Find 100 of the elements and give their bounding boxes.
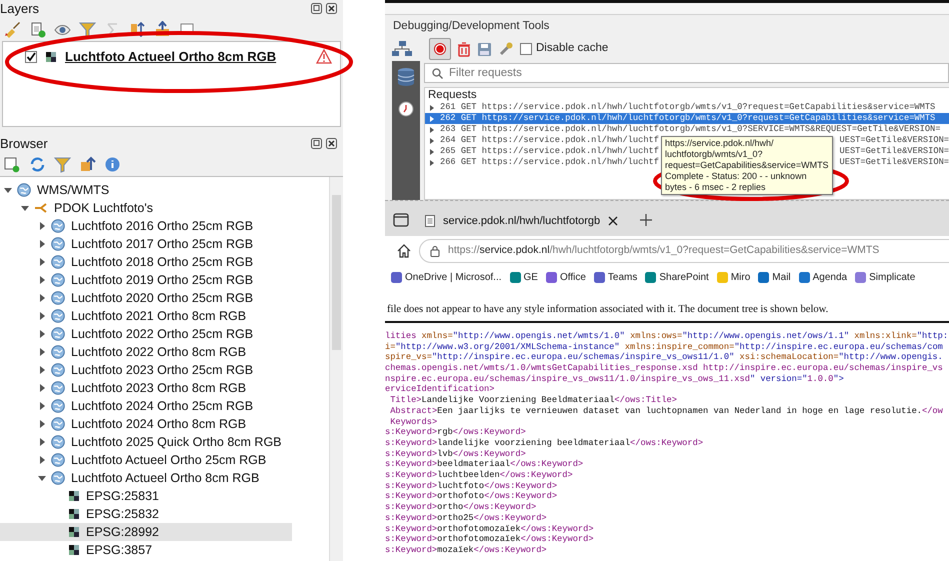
xml-line: s:Keyword>mozaïek</ows:Keyword>: [385, 544, 548, 556]
layer-name[interactable]: Luchtfoto Actueel Ortho 8cm RGB: [65, 47, 276, 66]
xml-line: i="http://www.w3.org/2001/XMLSchema-instance" xmlns:inspire_common="http://inspire.ec.europa.eu/schemas/com: [385, 342, 944, 352]
tree-item[interactable]: Luchtfoto 2021 Ortho 8cm RGB: [0, 307, 292, 325]
bookmark[interactable]: Miro: [716, 270, 750, 284]
tree-item[interactable]: Luchtfoto Actueel Ortho 8cm RGB: [0, 469, 292, 487]
raster-icon: [68, 508, 80, 520]
tree-item[interactable]: Luchtfoto Actueel Ortho 25cm RGB: [0, 451, 292, 469]
bookmark[interactable]: SharePoint: [645, 270, 709, 284]
filter-icon[interactable]: [54, 156, 71, 172]
bookmark[interactable]: Agenda: [798, 270, 848, 284]
record-button[interactable]: [429, 38, 451, 60]
scrollbar[interactable]: [329, 177, 343, 561]
tree-item[interactable]: Luchtfoto 2023 Ortho 8cm RGB: [0, 379, 292, 397]
trash-icon[interactable]: [457, 42, 471, 56]
tree-item[interactable]: Luchtfoto 2022 Ortho 8cm RGB: [0, 343, 292, 361]
layer-checkbox[interactable]: [25, 50, 37, 63]
request-row[interactable]: 264 GET https://service.pdok.nl/hwh/luchtf: [425, 135, 659, 146]
request-row[interactable]: 266 GET https://service.pdok.nl/hwh/luchtf: [425, 157, 659, 168]
network-icon[interactable]: [391, 40, 413, 58]
bookmark[interactable]: OneDrive | Microsof...: [391, 270, 502, 284]
restore-icon[interactable]: [311, 3, 322, 14]
refresh-icon[interactable]: [29, 156, 46, 172]
globe-icon: [51, 291, 65, 305]
globe-icon: [51, 417, 65, 431]
scrollbar-thumb[interactable]: [332, 195, 341, 350]
request-row[interactable]: 263 GET https://service.pdok.nl/hwh/luchtfotorgb/wmts/v1_0?SERVICE=WMTS&REQUEST=GetTile&VERSION=: [425, 124, 949, 135]
tab-actions-icon[interactable]: [393, 213, 409, 227]
request-row[interactable]: 265 GET https://service.pdok.nl/hwh/luchtf: [425, 146, 659, 157]
bookmark[interactable]: Simplicate: [855, 270, 916, 284]
tree-item[interactable]: EPSG:25831: [0, 487, 292, 505]
xml-line: erviceIdentification>: [385, 384, 496, 396]
tree-item[interactable]: EPSG:28992: [0, 523, 292, 541]
filter-field[interactable]: Filter requests: [424, 63, 949, 83]
tooltip-line: Complete - Status: 200 - - unknown: [665, 171, 808, 182]
tree-item[interactable]: Luchtfoto 2022 Ortho 25cm RGB: [0, 325, 292, 343]
globe-icon: [51, 309, 65, 323]
request-text: UEST=GetTile&VERSION=: [840, 157, 949, 168]
tree-item[interactable]: PDOK Luchtfoto's: [0, 199, 292, 217]
request-text: UEST=GetTile&VERSION=: [840, 146, 949, 157]
restore-icon[interactable]: [311, 138, 322, 149]
tree-item[interactable]: Luchtfoto 2025 Quick Ortho 8cm RGB: [0, 433, 292, 451]
bookmark[interactable]: Teams: [594, 270, 638, 284]
collapse-icon[interactable]: [154, 20, 171, 38]
xml-line: Title>Landelijke Voorziening Beeldmateriaal</ows:Title>: [389, 395, 678, 406]
xml-line: s:Keyword>ortho25</ows:Keyword>: [385, 512, 548, 524]
record-icon: [434, 43, 446, 55]
raster-icon: [68, 490, 80, 502]
xml-line: s:Keyword>beeldmateriaal</ows:Keyword>: [385, 459, 584, 470]
tree-item[interactable]: Luchtfoto 2023 Ortho 25cm RGB: [0, 361, 292, 379]
database-icon[interactable]: [397, 67, 415, 87]
page-icon: [425, 215, 435, 227]
request-row[interactable]: 261 GET https://service.pdok.nl/hwh/luchtfotorgb/wmts/v1_0?request=GetCapabilities&service=WMTS: [425, 102, 949, 113]
tree-item[interactable]: Luchtfoto 2016 Ortho 25cm RGB: [0, 217, 292, 235]
paint-brush-icon[interactable]: [4, 20, 21, 38]
panel-title: Debugging/Development Tools: [392, 19, 550, 34]
bookmark[interactable]: GE: [510, 270, 538, 284]
tree-item[interactable]: WMS/WMTS: [0, 181, 292, 199]
globe-icon: [51, 237, 65, 251]
collapse-icon[interactable]: [79, 156, 96, 172]
clock-icon[interactable]: [398, 101, 414, 117]
save-icon[interactable]: [477, 42, 492, 56]
add-group-icon[interactable]: [29, 20, 46, 38]
disable-cache-checkbox[interactable]: Disable cache: [520, 40, 608, 58]
close-icon[interactable]: [326, 138, 337, 149]
tree-item[interactable]: Luchtfoto 2018 Ortho 25cm RGB: [0, 253, 292, 271]
address-field[interactable]: https://service.pdok.nl/hwh/luchtfotorgb/wmts/v1_0?request=GetCapabilities&service=WMTS: [419, 239, 949, 263]
tree-item[interactable]: EPSG:25832: [0, 505, 292, 523]
xml-line: s:Keyword>landelijke voorziening beeldmateriaal</ows:Keyword>: [385, 438, 704, 449]
request-row[interactable]: 262 GET https://service.pdok.nl/hwh/luchtfotorgb/wmts/v1_0?request=GetCapabilities&service=WMTS: [425, 113, 949, 124]
panel-title: Layers: [0, 0, 40, 17]
globe-icon: [51, 381, 65, 395]
new-tab-icon[interactable]: [640, 214, 652, 226]
info-icon[interactable]: [104, 156, 121, 172]
expand-icon[interactable]: [129, 20, 146, 38]
globe-icon: [51, 453, 65, 467]
close-icon[interactable]: [608, 216, 618, 226]
tooltip-line: request=GetCapabilities&service=WMTS: [665, 160, 829, 171]
tree-item[interactable]: Luchtfoto 2019 Ortho 25cm RGB: [0, 271, 292, 289]
tooltip-line: bytes - 6 msec - 2 replies: [665, 182, 767, 193]
tree-item[interactable]: Luchtfoto 2024 Ortho 25cm RGB: [0, 397, 292, 415]
home-icon[interactable]: [397, 244, 411, 258]
globe-icon: [51, 399, 65, 413]
xml-line: Keywords>: [389, 416, 438, 428]
tree-item[interactable]: Luchtfoto 2024 Ortho 8cm RGB: [0, 415, 292, 433]
raster-layer-icon: [45, 50, 57, 63]
tree-item[interactable]: Luchtfoto 2020 Ortho 25cm RGB: [0, 289, 292, 307]
tooltip-line: https://service.pdok.nl/hwh/: [665, 138, 775, 149]
close-icon[interactable]: [326, 3, 337, 14]
xml-line: s:Keyword>rgb</ows:Keyword>: [385, 427, 527, 438]
filter-icon[interactable]: [79, 20, 96, 38]
bookmark[interactable]: Mail: [758, 270, 791, 284]
xml-line: s:Keyword>orthofotomozaïek</ows:Keyword>: [385, 534, 595, 545]
bookmark[interactable]: Office: [546, 270, 586, 284]
wrench-icon[interactable]: [498, 41, 514, 57]
section-label: Requests: [427, 88, 478, 102]
tree-item[interactable]: EPSG:3857: [0, 541, 292, 559]
tree-item[interactable]: Luchtfoto 2017 Ortho 25cm RGB: [0, 235, 292, 253]
add-icon[interactable]: [4, 156, 21, 172]
globe-icon: [51, 435, 65, 449]
